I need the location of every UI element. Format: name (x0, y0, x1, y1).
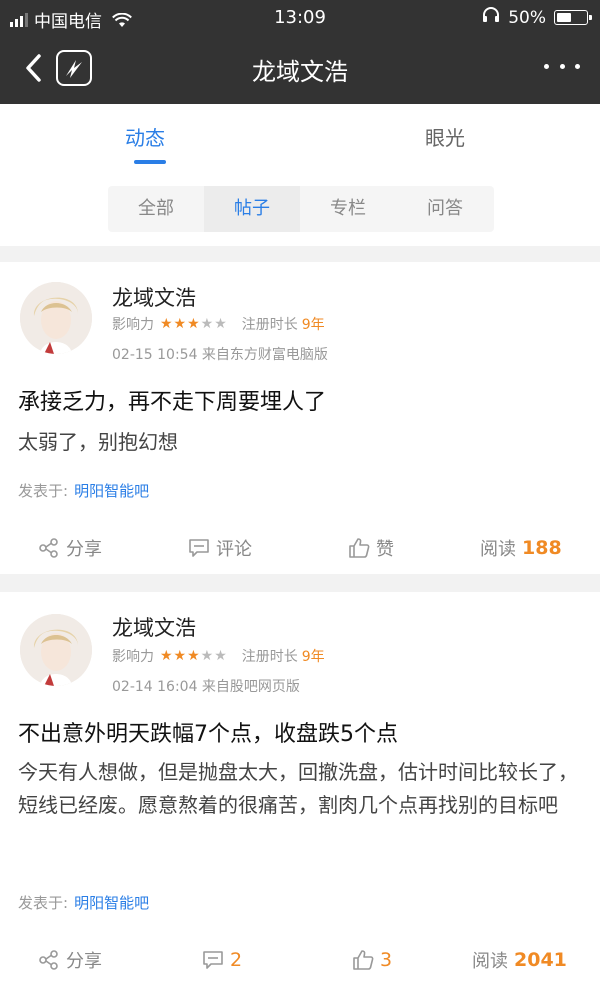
like-count: 3 (380, 949, 393, 971)
more-button[interactable] (544, 54, 580, 78)
posted-in: 发表于: 明阳智能吧 (18, 480, 149, 501)
avatar[interactable] (20, 282, 92, 354)
post-card[interactable]: 龙域文浩 影响力 ★★★★★ 注册时长 9年 02-15 10:54 来自东方财… (0, 262, 600, 574)
share-button[interactable]: 分享 (38, 528, 102, 568)
comment-count: 2 (230, 949, 243, 971)
tab-dynamics[interactable]: 动态 (125, 122, 165, 151)
influence-label: 影响力 (112, 317, 154, 333)
top-bar: 中国电信 13:09 50% 龙域文浩 (0, 0, 600, 104)
author-name[interactable]: 龙域文浩 (112, 612, 196, 642)
battery-percent: 50% (508, 7, 546, 28)
more-dots-icon (544, 63, 549, 69)
registered-label: 注册时长 (241, 317, 298, 333)
comment-button[interactable]: 2 (202, 940, 242, 980)
registered-years: 9年 (301, 649, 325, 665)
board-link[interactable]: 明阳智能吧 (74, 894, 149, 912)
nav-bar: 龙域文浩 (0, 34, 600, 104)
post-title[interactable]: 承接乏力，再不走下周要埋人了 (18, 384, 326, 416)
app-logo-button[interactable] (56, 50, 92, 86)
post-title[interactable]: 不出意外明天跌幅7个点，收盘跌5个点 (18, 716, 398, 748)
comment-button[interactable]: 评论 (188, 528, 252, 568)
like-count: 赞 (376, 539, 394, 560)
status-right: 50% (482, 7, 592, 28)
subtab-columns[interactable]: 专栏 (300, 186, 396, 232)
author-meta: 影响力 ★★★★★ 注册时长 9年 (112, 314, 325, 334)
read-label: 阅读 (472, 951, 508, 972)
battery-fill (557, 13, 571, 22)
back-button[interactable] (18, 50, 48, 86)
posted-in-label: 发表于: (18, 482, 69, 500)
registered-label: 注册时长 (241, 649, 298, 665)
post-date-source: 02-14 16:04 来自股吧网页版 (112, 679, 300, 695)
thumbs-up-icon (349, 538, 370, 558)
influence-label: 影响力 (112, 649, 154, 665)
post-body[interactable]: 太弱了，别抱幻想 (18, 426, 584, 459)
battery-icon (554, 10, 592, 25)
like-button[interactable]: 3 (352, 940, 392, 980)
share-label: 分享 (66, 951, 102, 972)
subtab-posts[interactable]: 帖子 (204, 186, 300, 232)
share-icon (39, 950, 58, 970)
post-date-source: 02-15 10:54 来自东方财富电脑版 (112, 347, 328, 363)
author-meta: 影响力 ★★★★★ 注册时长 9年 (112, 646, 325, 666)
posted-in-label: 发表于: (18, 894, 69, 912)
subtab-all[interactable]: 全部 (108, 186, 204, 232)
post-card[interactable]: 龙域文浩 影响力 ★★★★★ 注册时长 9年 02-14 16:04 来自股吧网… (0, 592, 600, 996)
post-actions: 分享 评论 赞 阅读 188 (0, 528, 600, 568)
thumbs-up-icon (353, 950, 374, 970)
board-link[interactable]: 明阳智能吧 (74, 482, 149, 500)
posted-in: 发表于: 明阳智能吧 (18, 892, 149, 913)
comment-icon (189, 539, 209, 557)
status-bar: 中国电信 13:09 50% (0, 0, 600, 34)
app-logo-icon (66, 60, 82, 78)
author-name[interactable]: 龙域文浩 (112, 282, 196, 312)
chevron-left-icon (26, 54, 41, 82)
read-number: 2041 (514, 949, 567, 971)
comment-icon (203, 951, 223, 969)
subtab-qa[interactable]: 问答 (396, 186, 494, 232)
post-actions: 分享 2 3 阅读 2041 (0, 940, 600, 980)
read-number: 188 (522, 537, 562, 559)
influence-stars: ★★★★★ (160, 648, 228, 664)
influence-stars: ★★★★★ (160, 316, 228, 332)
registered-years: 9年 (301, 317, 325, 333)
share-button[interactable]: 分享 (38, 940, 102, 980)
headphones-icon (482, 7, 500, 28)
avatar[interactable] (20, 614, 92, 686)
share-icon (39, 538, 58, 558)
subtabs-bar: 全部 帖子 专栏 问答 (0, 170, 600, 246)
active-tab-indicator (134, 160, 166, 164)
primary-tabs: 动态 眼光 (0, 104, 600, 170)
read-label: 阅读 (480, 539, 516, 560)
like-button[interactable]: 赞 (348, 528, 394, 568)
post-body[interactable]: 今天有人想做，但是抛盘太大，回撤洗盘，估计时间比较长了，短线已经废。愿意熬着的很… (18, 756, 584, 822)
share-label: 分享 (66, 539, 102, 560)
comment-count: 评论 (216, 539, 252, 560)
tab-vision[interactable]: 眼光 (425, 122, 465, 151)
read-count: 阅读 188 (480, 528, 562, 568)
read-count: 阅读 2041 (472, 940, 567, 980)
subtabs: 全部 帖子 专栏 问答 (108, 186, 494, 232)
